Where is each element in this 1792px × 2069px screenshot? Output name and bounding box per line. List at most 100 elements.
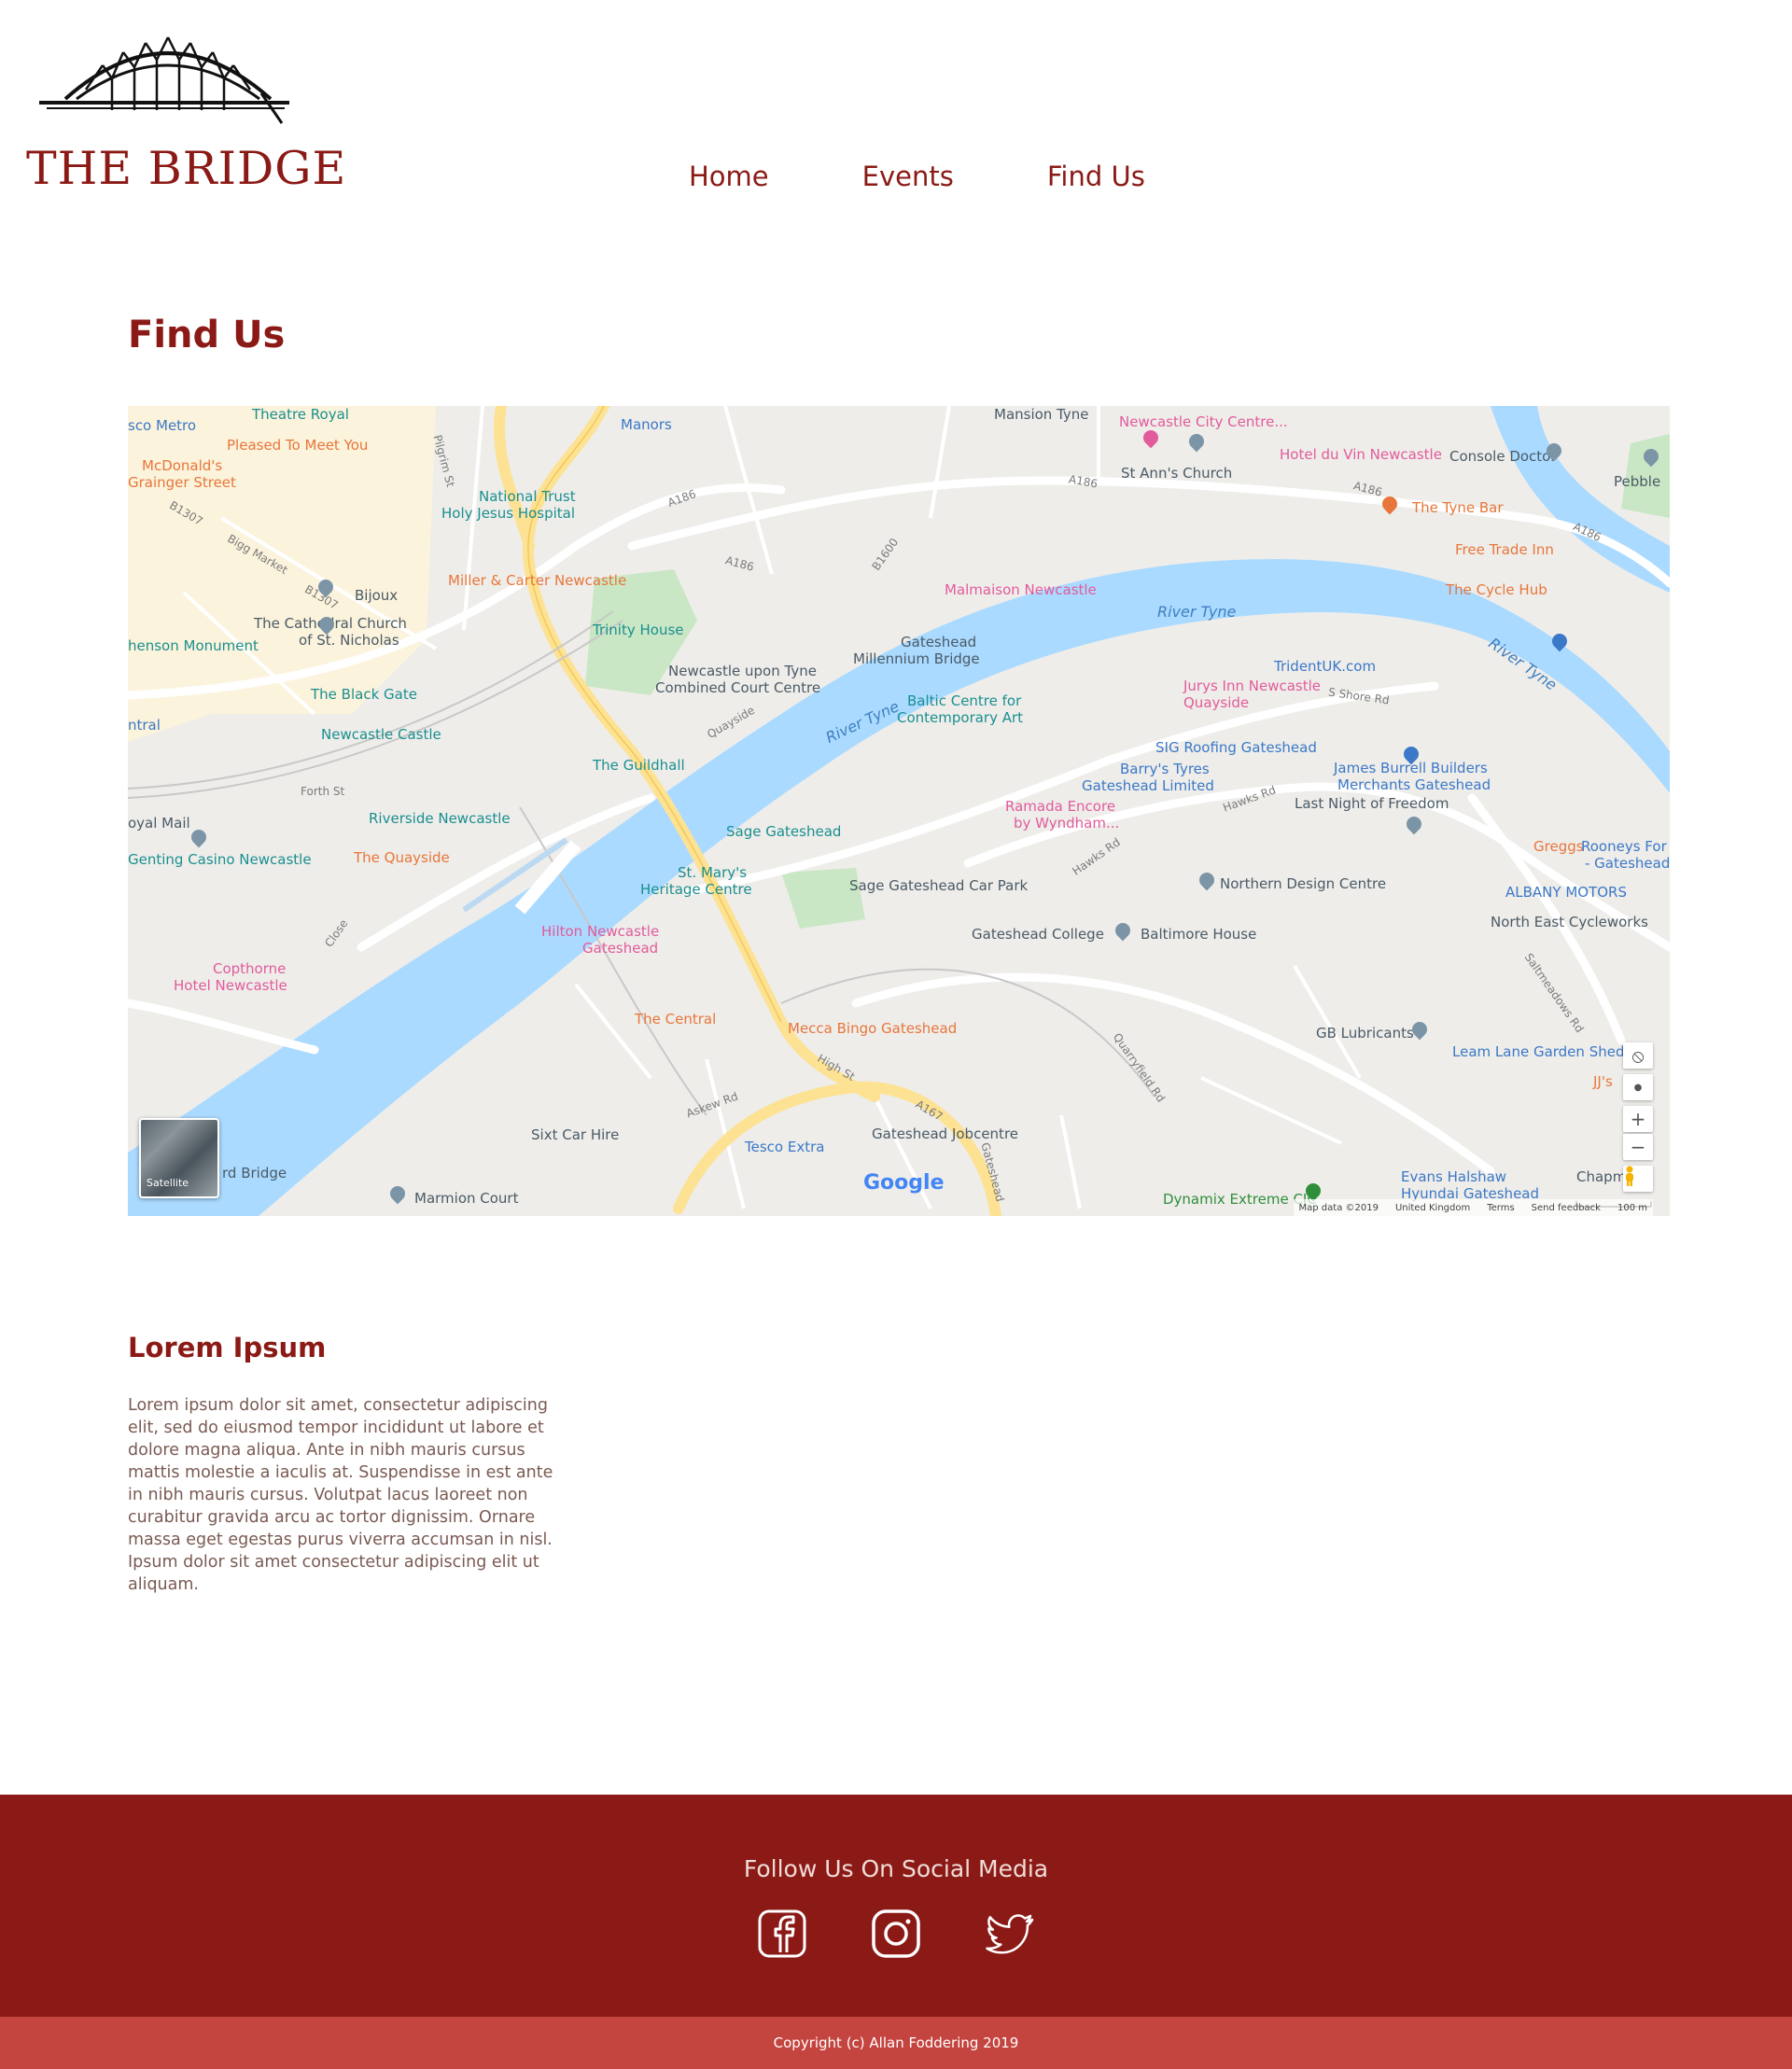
attribution-region[interactable]: United Kingdom — [1395, 1203, 1470, 1213]
map-label[interactable]: Mecca Bingo Gateshead — [788, 1020, 957, 1037]
attribution-scale[interactable]: 100 m — [1617, 1203, 1647, 1213]
map-label[interactable]: Mansion Tyne — [994, 406, 1089, 423]
map-label[interactable]: Northern Design Centre — [1220, 875, 1386, 892]
location-off-icon[interactable]: ⦸ — [1623, 1042, 1653, 1069]
map-label[interactable]: The Quayside — [354, 849, 450, 866]
map-label[interactable]: Bijoux — [355, 587, 398, 604]
map-label[interactable]: Hotel du Vin Newcastle — [1280, 446, 1442, 463]
map-label[interactable]: Contemporary Art — [897, 709, 1023, 726]
map-label[interactable]: Malmaison Newcastle — [945, 581, 1097, 598]
zoom-in-button[interactable]: + — [1623, 1106, 1653, 1132]
map-label[interactable]: The Cycle Hub — [1446, 581, 1547, 598]
map-label[interactable]: Console Doctor — [1449, 448, 1557, 465]
map-label[interactable]: Manors — [621, 416, 672, 433]
nav-home[interactable]: Home — [689, 161, 769, 192]
map-label[interactable]: Gateshead Limited — [1082, 777, 1214, 794]
map-label[interactable]: Tesco Extra — [745, 1139, 824, 1155]
map-label[interactable]: Leam Lane Garden Sheds — [1452, 1043, 1631, 1060]
social-links — [758, 1909, 1034, 1958]
map-label[interactable]: Last Night of Freedom — [1295, 795, 1449, 812]
map-label[interactable]: North East Cycleworks — [1491, 914, 1648, 930]
map-label[interactable]: National Trust — [479, 488, 576, 505]
map-label[interactable]: The Guildhall — [593, 757, 685, 774]
map-label[interactable]: Sage Gateshead — [726, 823, 841, 840]
map-label[interactable]: henson Monument — [128, 637, 259, 654]
map-label[interactable]: Newcastle City Centre... — [1119, 413, 1288, 430]
map-label[interactable]: Chapm — [1576, 1168, 1626, 1185]
map-label[interactable]: Holy Jesus Hospital — [441, 505, 575, 522]
zoom-out-button[interactable]: − — [1623, 1134, 1653, 1160]
map-label[interactable]: - Gateshead - — [1585, 855, 1670, 872]
map-label[interactable]: Trinity House — [593, 622, 684, 638]
map-label[interactable]: Merchants Gateshead — [1337, 776, 1491, 793]
attribution-map-data: Map data ©2019 — [1298, 1202, 1379, 1213]
satellite-label: Satellite — [147, 1177, 189, 1189]
map-label[interactable]: St. Mary's — [678, 864, 747, 881]
map-label[interactable]: Baltimore House — [1141, 926, 1256, 943]
map-label[interactable]: TridentUK.com — [1274, 658, 1376, 675]
map-label[interactable]: Hilton Newcastle — [541, 923, 659, 940]
map-label[interactable]: Rooneys For R — [1581, 838, 1670, 855]
map-label[interactable]: Riverside Newcastle — [369, 810, 511, 827]
map-label[interactable]: Evans Halshaw — [1401, 1168, 1506, 1185]
map-label[interactable]: ALBANY MOTORS — [1505, 884, 1627, 901]
map-label[interactable]: Gateshead — [582, 940, 658, 957]
map-label[interactable]: Gateshead College — [972, 926, 1104, 943]
map-label[interactable]: Genting Casino Newcastle — [128, 851, 312, 868]
map-label[interactable]: rd Bridge — [222, 1165, 287, 1181]
map-label[interactable]: Free Trade Inn — [1455, 541, 1554, 558]
bridge-logo-icon — [39, 36, 289, 124]
map-label[interactable]: The Central — [635, 1011, 716, 1028]
copyright-text: Copyright (c) Allan Foddering 2019 — [773, 2034, 1019, 2051]
map-label[interactable]: Theatre Royal — [252, 406, 349, 423]
map-label[interactable]: Ramada Encore — [1005, 798, 1115, 815]
map-label[interactable]: sco Metro — [128, 417, 196, 434]
map-label[interactable]: Barry's Tyres — [1120, 761, 1210, 777]
map-label[interactable]: by Wyndham... — [1014, 815, 1119, 832]
map-label[interactable]: GB Lubricants — [1316, 1025, 1414, 1041]
map-label[interactable]: Hotel Newcastle — [174, 977, 287, 994]
map-label[interactable]: Sage Gateshead Car Park — [849, 877, 1028, 894]
map-label[interactable]: The Tyne Bar — [1412, 499, 1504, 516]
nav-find-us[interactable]: Find Us — [1047, 161, 1145, 192]
satellite-toggle-button[interactable]: Satellite — [139, 1118, 219, 1198]
section-title: Lorem Ipsum — [128, 1332, 327, 1363]
map-label[interactable]: JJ's — [1593, 1073, 1613, 1090]
map-label[interactable]: Gateshead — [901, 634, 976, 650]
nav-events[interactable]: Events — [862, 161, 954, 192]
map-label[interactable]: Newcastle Castle — [321, 726, 441, 743]
map-label[interactable]: Marmion Court — [414, 1190, 518, 1207]
map-label[interactable]: Newcastle upon Tyne — [668, 663, 817, 679]
instagram-icon[interactable] — [872, 1909, 920, 1958]
map-label[interactable]: St Ann's Church — [1121, 465, 1232, 482]
map-label[interactable]: Copthorne — [213, 960, 286, 977]
attribution-feedback-link[interactable]: Send feedback — [1532, 1203, 1601, 1213]
map-label[interactable]: SIG Roofing Gateshead — [1155, 739, 1317, 756]
map-label[interactable]: Sixt Car Hire — [531, 1126, 619, 1143]
map-label[interactable]: Jurys Inn Newcastle — [1183, 678, 1321, 694]
map-label[interactable]: Combined Court Centre — [655, 679, 820, 696]
map-label[interactable]: Gateshead Jobcentre — [872, 1125, 1018, 1142]
map-label[interactable]: Millennium Bridge — [853, 650, 980, 667]
my-location-icon[interactable]: ● — [1623, 1074, 1653, 1100]
map-label[interactable]: oyal Mail — [128, 815, 190, 832]
map-label[interactable]: Pleased To Meet You — [227, 437, 368, 454]
map-label[interactable]: Greggs — [1533, 838, 1584, 855]
google-map[interactable]: Theatre Royal sco Metro Pleased To Meet … — [128, 406, 1670, 1216]
attribution-terms-link[interactable]: Terms — [1487, 1203, 1514, 1213]
map-label[interactable]: Grainger Street — [128, 474, 236, 491]
map-label[interactable]: Heritage Centre — [640, 881, 752, 898]
pegman-icon[interactable] — [1623, 1166, 1653, 1192]
map-label[interactable]: The Black Gate — [311, 686, 417, 703]
map-label[interactable]: Miller & Carter Newcastle — [448, 572, 626, 589]
facebook-icon[interactable] — [758, 1909, 806, 1958]
site-logo[interactable]: THE BRIDGE — [26, 26, 345, 195]
map-label[interactable]: Baltic Centre for — [907, 692, 1021, 709]
map-label[interactable]: Pebble — [1614, 473, 1660, 490]
map-label[interactable]: River Tyne — [1157, 604, 1236, 621]
map-label[interactable]: McDonald's — [142, 457, 222, 474]
twitter-icon[interactable] — [986, 1909, 1034, 1958]
map-label[interactable]: ntral — [128, 717, 161, 734]
map-label[interactable]: Quayside — [1183, 694, 1249, 711]
map-label[interactable]: of St. Nicholas — [299, 632, 399, 649]
